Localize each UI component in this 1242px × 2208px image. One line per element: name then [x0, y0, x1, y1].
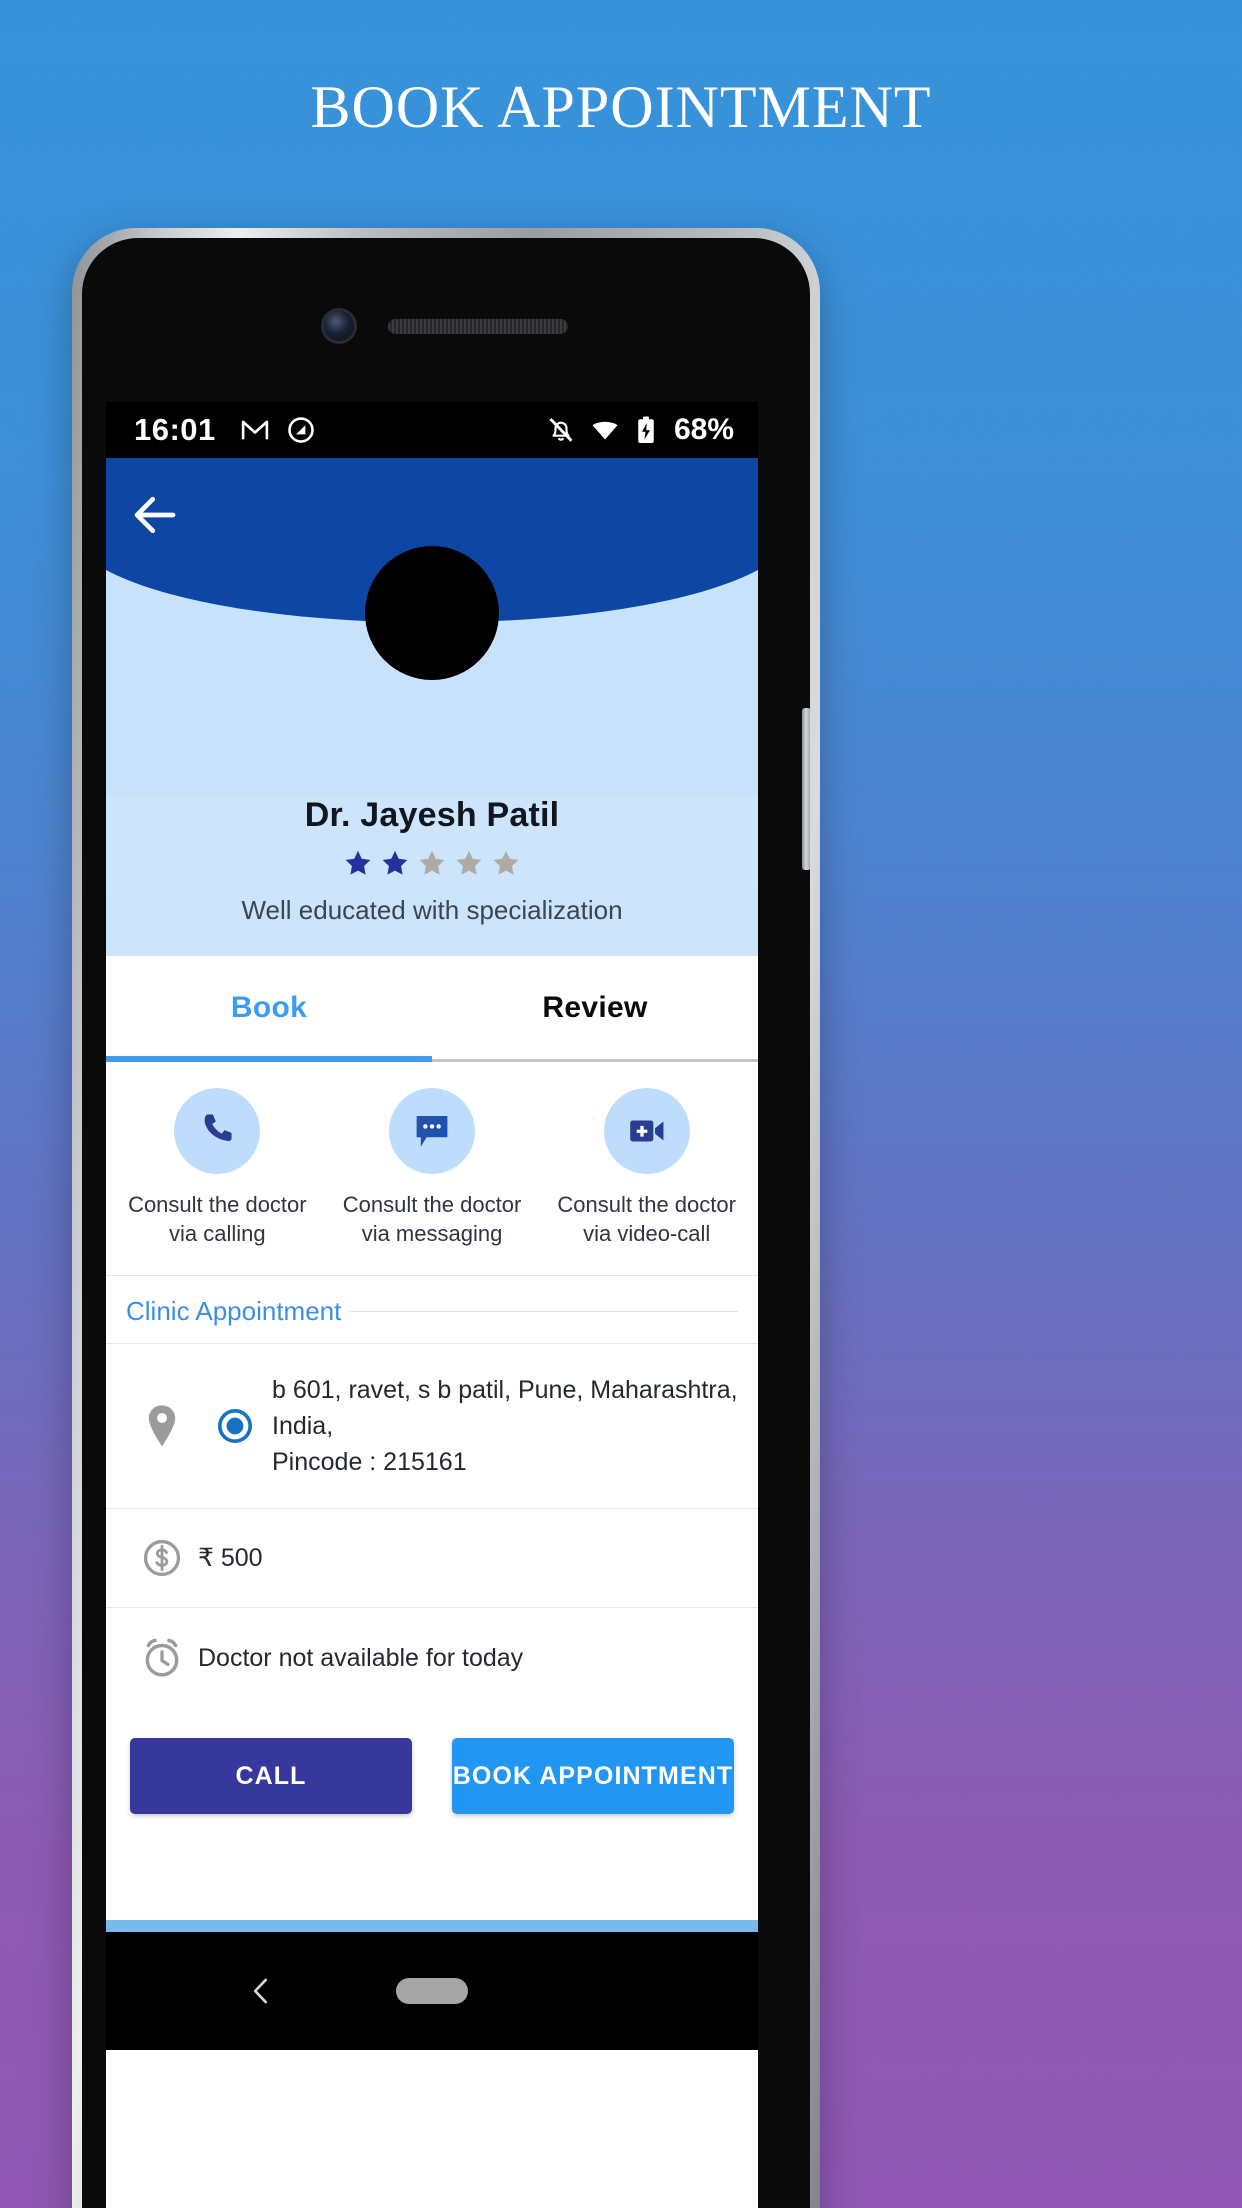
dollar-circle-icon-wrap	[126, 1537, 198, 1579]
battery-charging-icon	[638, 416, 654, 443]
status-bar: 16:01 68%	[106, 402, 758, 458]
clinic-address-radio-wrap[interactable]	[198, 1407, 272, 1445]
consult-options-row: Consult the doctor via calling Consult t…	[106, 1062, 758, 1276]
nav-home-pill[interactable]	[396, 1978, 468, 2005]
android-nav-bar	[106, 1932, 758, 2051]
status-bar-system-icons: 68%	[546, 413, 734, 447]
consult-icon-badge	[174, 1088, 261, 1174]
gmail-icon	[241, 420, 268, 440]
availability-text: Doctor not available for today	[198, 1644, 524, 1673]
location-pin-icon	[148, 1405, 176, 1447]
clinic-appointment-section-header: Clinic Appointment	[106, 1275, 758, 1343]
star-filled-icon[interactable]	[344, 849, 372, 877]
consult-label-line2: via messaging	[361, 1221, 503, 1247]
clinic-address-line2: Pincode : 215161	[272, 1448, 467, 1476]
doctor-info-block: Dr. Jayesh Patil Well educated with spec…	[106, 796, 758, 956]
star-empty-icon[interactable]	[492, 849, 520, 877]
phone-top-hardware	[106, 262, 786, 390]
chat-bubble-icon	[416, 1115, 448, 1147]
earpiece-speaker	[388, 318, 568, 334]
avatar[interactable]	[365, 546, 499, 680]
consult-label-line1: Consult the doctor	[128, 1192, 307, 1217]
screen-empty-area	[106, 1850, 758, 1921]
wifi-icon	[592, 421, 618, 440]
consult-option-label: Consult the doctor via video-call	[557, 1190, 736, 1249]
battery-percent-label: 68%	[673, 413, 734, 446]
radio-selected-icon[interactable]	[216, 1407, 254, 1445]
call-button[interactable]: CALL	[130, 1738, 412, 1815]
do-not-disturb-icon	[287, 417, 314, 443]
status-bar-clock: 16:01	[134, 412, 216, 447]
section-divider	[349, 1310, 738, 1312]
dollar-circle-icon	[143, 1540, 181, 1577]
consult-option-label: Consult the doctor via messaging	[343, 1190, 522, 1249]
star-filled-icon[interactable]	[381, 849, 409, 877]
consultation-fee-row: ₹ 500	[106, 1508, 758, 1608]
clinic-address-text: b 601, ravet, s b patil, Pune, Maharasht…	[272, 1372, 738, 1481]
screen-bottom-accent	[106, 1920, 758, 1933]
doctor-name: Dr. Jayesh Patil	[304, 796, 560, 834]
page-title: BOOK APPOINTMENT	[310, 74, 932, 140]
alarm-clock-icon	[145, 1638, 179, 1677]
consult-option-video-call[interactable]: Consult the doctor via video-call	[539, 1088, 754, 1249]
book-appointment-button[interactable]: BOOK APPOINTMENT	[452, 1738, 734, 1815]
consult-icon-badge	[603, 1088, 690, 1174]
tab-review[interactable]: Review	[432, 956, 758, 1059]
back-arrow-icon[interactable]	[128, 488, 182, 542]
notifications-muted-icon	[549, 418, 573, 442]
tab-book[interactable]: Book	[106, 956, 432, 1059]
consult-icon-badge	[389, 1088, 475, 1174]
consult-label-line2: via calling	[169, 1221, 266, 1247]
consult-option-label: Consult the doctor via calling	[128, 1190, 307, 1249]
nav-back-icon[interactable]	[245, 1974, 279, 2008]
section-title: Clinic Appointment	[126, 1295, 342, 1326]
phone-screen: 16:01 68% Dr. Jayesh Patil Well educated…	[106, 402, 758, 2208]
doctor-profile-header	[106, 458, 758, 796]
clinic-address-row[interactable]: b 601, ravet, s b patil, Pune, Maharasht…	[106, 1342, 758, 1509]
tab-active-indicator	[106, 1056, 432, 1062]
profile-tabs: Book Review	[106, 956, 758, 1062]
clinic-address-line1: b 601, ravet, s b patil, Pune, Maharasht…	[272, 1375, 738, 1440]
consultation-fee-text: ₹ 500	[198, 1544, 263, 1573]
consult-option-messaging[interactable]: Consult the doctor via messaging	[325, 1088, 540, 1249]
star-empty-icon[interactable]	[455, 849, 483, 877]
status-bar-notification-icons	[240, 415, 316, 445]
action-buttons-row: CALL BOOK APPOINTMENT	[106, 1708, 758, 1851]
alarm-clock-icon-wrap	[126, 1636, 198, 1680]
consult-label-line1: Consult the doctor	[342, 1192, 522, 1217]
location-pin-icon-wrap	[126, 1404, 198, 1448]
phone-mockup: 16:01 68% Dr. Jayesh Patil Well educated…	[72, 228, 820, 2208]
doctor-tagline: Well educated with specialization	[241, 895, 623, 925]
consult-label-line2: via video-call	[583, 1221, 711, 1247]
video-call-icon	[629, 1120, 664, 1142]
phone-call-icon	[205, 1114, 232, 1141]
consult-option-calling[interactable]: Consult the doctor via calling	[110, 1088, 325, 1249]
rating-stars[interactable]	[106, 849, 758, 877]
availability-row: Doctor not available for today	[106, 1607, 758, 1709]
phone-body: 16:01 68% Dr. Jayesh Patil Well educated…	[82, 238, 810, 2208]
star-empty-icon[interactable]	[418, 849, 446, 877]
power-button[interactable]	[802, 708, 810, 870]
consult-label-line1: Consult the doctor	[557, 1192, 736, 1217]
front-camera-icon	[324, 311, 354, 341]
